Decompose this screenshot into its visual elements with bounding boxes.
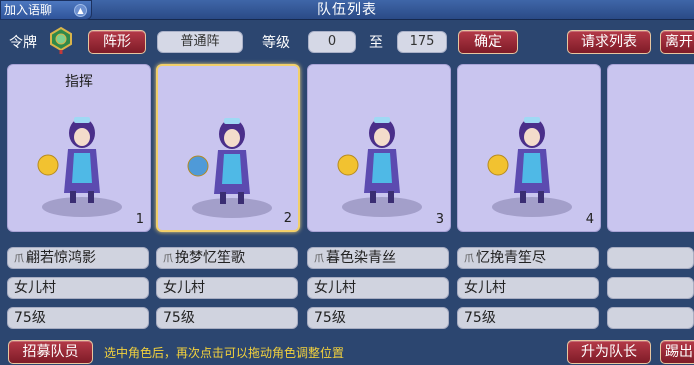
member-school-pill: 女儿村 (156, 277, 298, 299)
formation-value: 普通阵 (157, 31, 243, 53)
member-school-pill: 女儿村 (307, 277, 449, 299)
slot-number: 2 (283, 211, 292, 226)
level-label: 等级 (262, 35, 290, 51)
level-max-input[interactable]: 175 (397, 31, 447, 53)
character-avatar (37, 117, 122, 217)
recruit-button[interactable]: 招募队员 (8, 340, 93, 364)
member-level-pill: 75级 (7, 307, 149, 329)
member-card-3[interactable]: 3 (307, 64, 451, 232)
name-pill-empty (607, 247, 694, 269)
slot-number: 3 (435, 212, 444, 227)
member-school: 女儿村 (464, 280, 506, 296)
member-card-4[interactable]: 4 (457, 64, 601, 232)
leave-button[interactable]: 离开 (660, 30, 694, 54)
member-level-pill: 75级 (457, 307, 599, 329)
character-avatar (487, 117, 572, 217)
member-school: 女儿村 (14, 280, 56, 296)
member-level: 75级 (314, 310, 346, 326)
member-name-pill: 爪挽梦忆笙歌 (156, 247, 298, 269)
join-voice-chat-tab[interactable]: 加入语聊 ▲ (0, 0, 92, 20)
formation-button[interactable]: 阵形 (88, 30, 146, 54)
token-label: 令牌 (9, 35, 37, 51)
character-avatar (337, 117, 422, 217)
player-badge-icon: 爪 (314, 254, 324, 265)
level-min-input[interactable]: 0 (308, 31, 356, 53)
join-voice-chat-label: 加入语聊 (4, 3, 53, 17)
level-pill-empty (607, 307, 694, 329)
member-school: 女儿村 (314, 280, 356, 296)
character-avatar (187, 118, 272, 218)
member-name-pill: 爪翩若惊鸿影 (7, 247, 149, 269)
member-level: 75级 (14, 310, 46, 326)
member-name: 翩若惊鸿影 (26, 250, 96, 266)
promote-leader-button[interactable]: 升为队长 (567, 340, 651, 364)
member-name: 暮色染青丝 (326, 250, 396, 266)
member-name-pill: 爪忆挽青笙尽 (457, 247, 599, 269)
member-card-empty[interactable] (607, 64, 694, 232)
member-school-pill: 女儿村 (457, 277, 599, 299)
member-name: 挽梦忆笙歌 (175, 250, 245, 266)
member-card-2[interactable]: 2 (156, 64, 300, 232)
member-level: 75级 (163, 310, 195, 326)
school-pill-empty (607, 277, 694, 299)
request-list-button[interactable]: 请求列表 (567, 30, 651, 54)
level-to-label: 至 (369, 35, 383, 51)
chevron-up-icon[interactable]: ▲ (74, 4, 87, 17)
member-name: 忆挽青笙尽 (476, 250, 546, 266)
drag-hint-text: 选中角色后，再次点击可以拖动角色调整位置 (104, 346, 345, 360)
slot-number: 4 (585, 212, 594, 227)
kick-button[interactable]: 踢出 (660, 340, 694, 364)
slot-number: 1 (135, 212, 144, 227)
member-school: 女儿村 (163, 280, 205, 296)
member-level-pill: 75级 (156, 307, 298, 329)
window-title: 队伍列表 (317, 2, 377, 18)
player-badge-icon: 爪 (14, 254, 24, 265)
commander-tag: 指挥 (65, 74, 93, 90)
member-card-1[interactable]: 指挥 1 (7, 64, 151, 232)
member-level: 75级 (464, 310, 496, 326)
member-school-pill: 女儿村 (7, 277, 149, 299)
player-badge-icon: 爪 (464, 254, 474, 265)
member-level-pill: 75级 (307, 307, 449, 329)
player-badge-icon: 爪 (163, 254, 173, 265)
confirm-button[interactable]: 确定 (458, 30, 518, 54)
member-name-pill: 爪暮色染青丝 (307, 247, 449, 269)
token-emblem-icon[interactable] (47, 26, 75, 54)
